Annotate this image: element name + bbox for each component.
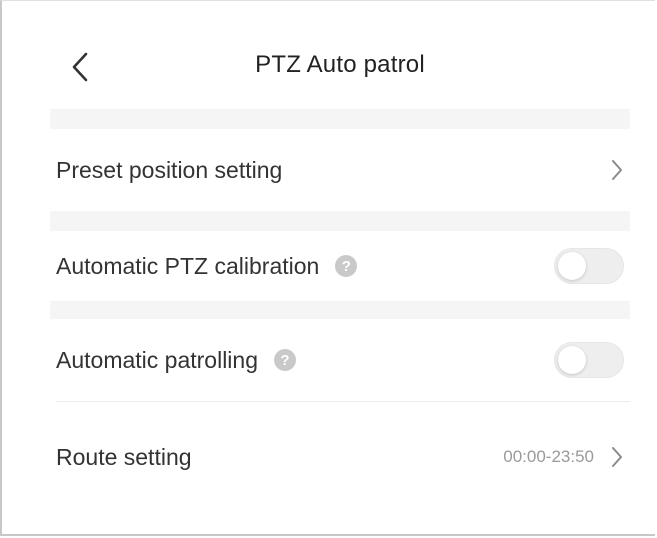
page-title: PTZ Auto patrol [255,51,425,78]
row-separator [56,401,630,402]
chevron-right-icon [610,158,624,182]
header-bar: PTZ Auto patrol [50,31,630,103]
help-icon[interactable]: ? [335,255,358,277]
route-time-range: 00:00-23:50 [503,447,594,466]
row-label: Automatic PTZ calibration [56,252,320,279]
calibration-toggle[interactable] [554,248,624,284]
section-divider [50,211,630,231]
patrolling-toggle[interactable] [554,342,624,378]
help-icon[interactable]: ? [274,349,296,371]
automatic-ptz-calibration-row: Automatic PTZ calibration ? [50,231,630,301]
screen-frame: PTZ Auto patrol Preset position setting … [0,0,655,536]
toggle-knob [558,346,586,374]
preset-position-setting-row[interactable]: Preset position setting [50,129,630,211]
row-label: Route setting [56,443,192,470]
row-label: Automatic patrolling [56,346,258,373]
row-label: Preset position setting [56,156,283,183]
section-divider [50,109,630,129]
toggle-knob [558,252,586,280]
section-divider [50,301,630,319]
chevron-right-icon [610,445,624,469]
automatic-patrolling-row: Automatic patrolling ? [50,319,630,401]
route-setting-row[interactable]: Route setting 00:00-23:50 [50,413,630,501]
